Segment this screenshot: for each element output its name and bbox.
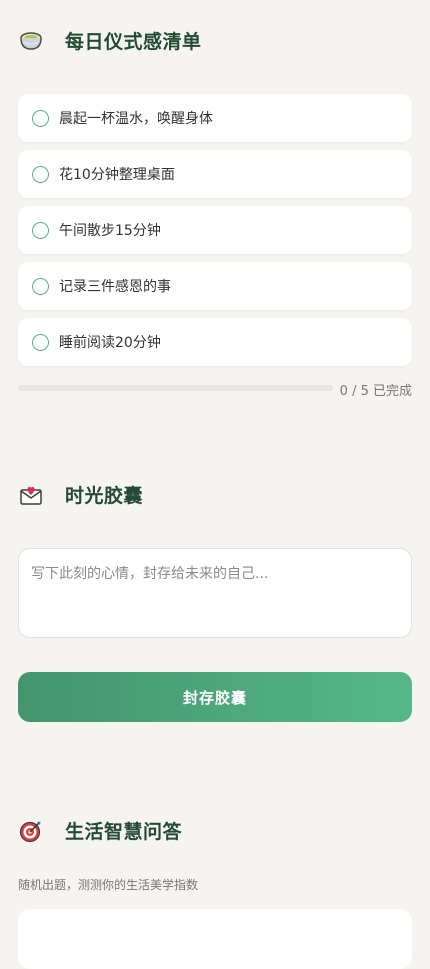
checklist-item-label: 睡前阅读20分钟 (59, 335, 161, 351)
bowl-icon (18, 28, 44, 54)
checklist-header: 每日仪式感清单 (18, 27, 202, 54)
capsule-header: 时光胶囊 (18, 481, 143, 508)
seal-capsule-button[interactable]: 封存胶囊 (18, 672, 412, 722)
checklist-item-label: 记录三件感恩的事 (59, 279, 171, 295)
progress-text: 0 / 5 已完成 (339, 384, 412, 399)
checklist-item[interactable]: 晨起一杯温水，唤醒身体 (18, 94, 412, 142)
quiz-header: 生活智慧问答 (18, 817, 182, 844)
capsule-message-input[interactable] (18, 548, 412, 638)
quiz-subtitle: 随机出题，测测你的生活美学指数 (18, 878, 199, 892)
checklist-item[interactable]: 记录三件感恩的事 (18, 262, 412, 310)
target-icon (18, 818, 44, 844)
checklist-item[interactable]: 睡前阅读20分钟 (18, 318, 412, 366)
capsule-title: 时光胶囊 (65, 485, 144, 507)
checklist-item[interactable]: 午间散步15分钟 (18, 206, 412, 254)
checklist-item-label: 午间散步15分钟 (59, 223, 161, 239)
checklist-item[interactable]: 花10分钟整理桌面 (18, 150, 412, 198)
checkbox-circle[interactable] (32, 333, 49, 351)
checkbox-circle[interactable] (32, 109, 49, 127)
checkbox-circle[interactable] (32, 221, 49, 239)
quiz-card[interactable] (18, 909, 412, 969)
checklist-item-label: 花10分钟整理桌面 (59, 167, 175, 183)
checklist-title: 每日仪式感清单 (65, 31, 202, 53)
checkbox-circle[interactable] (32, 165, 49, 183)
checklist-item-label: 晨起一杯温水，唤醒身体 (59, 111, 213, 127)
quiz-title: 生活智慧问答 (65, 821, 183, 843)
love-letter-icon (18, 482, 44, 508)
checkbox-circle[interactable] (32, 277, 49, 295)
progress-bar (18, 385, 333, 391)
